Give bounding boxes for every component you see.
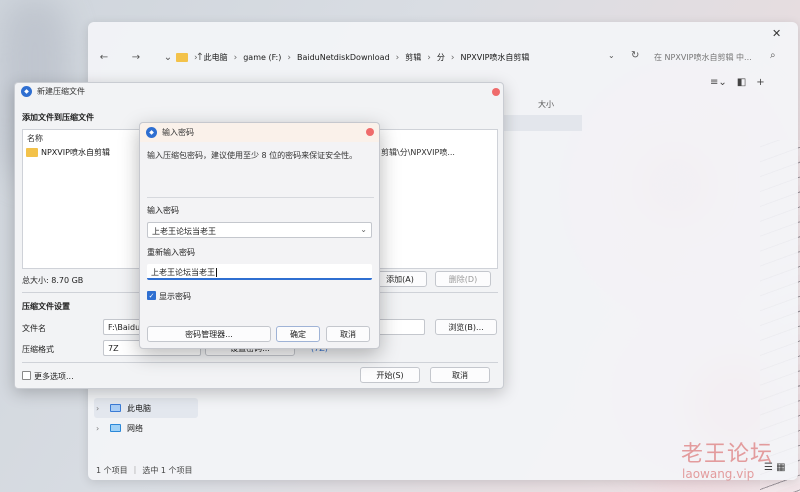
chevron-right-icon: › (427, 52, 431, 63)
window-title-text: 新建压缩文件 (37, 87, 85, 96)
total-size-label: 总大小: 8.70 GB (22, 276, 84, 285)
breadcrumb-item[interactable]: BaiduNetdiskDownload (297, 53, 390, 62)
cancel-button[interactable]: 取消 (430, 367, 490, 383)
toolbar-right: ≡⌄ ◧ + (710, 77, 765, 88)
column-header-name[interactable]: 名称 (27, 133, 43, 144)
chevron-down-icon[interactable]: ⌄ (608, 51, 615, 60)
back-icon[interactable]: ← (98, 52, 110, 63)
section-title-add-files: 添加文件到压缩文件 (22, 113, 94, 122)
close-icon[interactable]: ✕ (772, 27, 781, 40)
breadcrumb-item[interactable]: 此电脑 (204, 52, 228, 63)
window-title: ◆ 新建压缩文件 (21, 86, 85, 97)
chevron-right-icon[interactable]: › (96, 404, 104, 413)
format-label: 压缩格式 (22, 345, 54, 354)
more-options-checkbox[interactable] (22, 371, 31, 380)
show-password-checkbox[interactable]: ✓ (147, 291, 156, 300)
search-input[interactable]: 在 NPXVIP喷水自剪辑 中... (654, 52, 752, 63)
watermark-url: laowang.vip (682, 467, 755, 481)
password-input[interactable]: 上老王论坛当老王 ⌄ (147, 222, 372, 238)
dialog-title: ◆ 输入密码 (146, 127, 194, 138)
breadcrumb-item[interactable]: 分 (437, 52, 445, 63)
divider (147, 197, 374, 198)
tree-item-network[interactable]: › 网络 (94, 418, 198, 438)
section-title-settings: 压缩文件设置 (22, 302, 70, 311)
watermark-text: 老王论坛 (681, 442, 774, 467)
reenter-password-value: 上老王论坛当老王 (151, 268, 215, 277)
chevron-right-icon: › (233, 52, 238, 63)
view-menu-icon[interactable]: ≡⌄ (710, 77, 727, 88)
history-chevron-icon[interactable]: ⌄ (162, 52, 174, 63)
status-item-count: 1 个项目 (96, 466, 128, 475)
navigation-tree: › 此电脑 › 网络 (94, 398, 198, 438)
chevron-right-icon: › (287, 52, 291, 63)
search-icon[interactable]: ⌕ (770, 50, 776, 61)
close-button[interactable] (366, 128, 374, 136)
show-password-label[interactable]: 显示密码 (159, 291, 191, 302)
chevron-right-icon[interactable]: › (96, 424, 104, 433)
dialog-title-text: 输入密码 (162, 128, 194, 137)
chevron-right-icon: › (395, 52, 400, 63)
folder-icon (176, 53, 188, 62)
filename-label: 文件名 (22, 324, 46, 333)
delete-button[interactable]: 删除(D) (435, 271, 491, 287)
more-options-label[interactable]: 更多选项... (34, 371, 74, 382)
folder-icon (26, 148, 38, 157)
chevron-right-icon: › (450, 52, 455, 63)
close-button[interactable] (492, 88, 500, 96)
app-logo-icon: ◆ (146, 127, 157, 138)
app-logo-icon: ◆ (21, 86, 32, 97)
breadcrumb: › 此电脑 › game (F:) › BaiduNetdiskDownload… (176, 52, 529, 63)
breadcrumb-item[interactable]: NPXVIP喷水自剪辑 (460, 52, 529, 63)
divider (22, 362, 498, 363)
file-path: 剪辑\分\NPXVIP喷... (381, 148, 455, 157)
text-caret (216, 268, 217, 277)
file-name: NPXVIP喷水自剪辑 (41, 148, 110, 157)
tree-item-label: 此电脑 (127, 403, 151, 413)
password-dialog: ◆ 输入密码 输入压缩包密码，建议使用至少 8 位的密码来保证安全性。 输入密码… (139, 122, 380, 349)
chevron-right-icon: › (194, 52, 198, 63)
password-hint: 输入压缩包密码，建议使用至少 8 位的密码来保证安全性。 (147, 151, 358, 160)
status-selected-count: 选中 1 个项目 (142, 466, 193, 475)
refresh-icon[interactable]: ↻ (631, 50, 639, 61)
password-manager-button[interactable]: 密码管理器... (147, 326, 271, 342)
chevron-down-icon[interactable]: ⌄ (360, 225, 367, 234)
status-bar: 1 个项目 | 选中 1 个项目 (96, 465, 193, 475)
tree-item-label: 网络 (127, 423, 143, 433)
list-item[interactable]: NPXVIP喷水自剪辑 (26, 147, 110, 158)
password-label: 输入密码 (147, 206, 179, 215)
reenter-password-input[interactable]: 上老王论坛当老王 (147, 264, 372, 280)
forward-icon[interactable]: → (130, 52, 142, 63)
details-pane-icon[interactable]: ◧ (737, 77, 746, 88)
ok-button[interactable]: 确定 (276, 326, 320, 342)
file-row-highlight[interactable] (502, 115, 582, 131)
add-button[interactable]: 添加(A) (373, 271, 427, 287)
breadcrumb-item[interactable]: game (F:) (243, 53, 281, 62)
reenter-password-label: 重新输入密码 (147, 248, 195, 257)
computer-icon (110, 404, 121, 412)
breadcrumb-item[interactable]: 剪辑 (405, 52, 421, 63)
browse-button[interactable]: 浏览(B)... (435, 319, 497, 335)
tree-item-this-pc[interactable]: › 此电脑 (94, 398, 198, 418)
start-button[interactable]: 开始(S) (360, 367, 420, 383)
network-icon (110, 424, 121, 432)
column-header-size[interactable]: 大小 (538, 99, 554, 110)
cancel-button[interactable]: 取消 (326, 326, 370, 342)
password-value: 上老王论坛当老王 (152, 227, 216, 236)
add-tab-icon[interactable]: + (756, 77, 764, 88)
